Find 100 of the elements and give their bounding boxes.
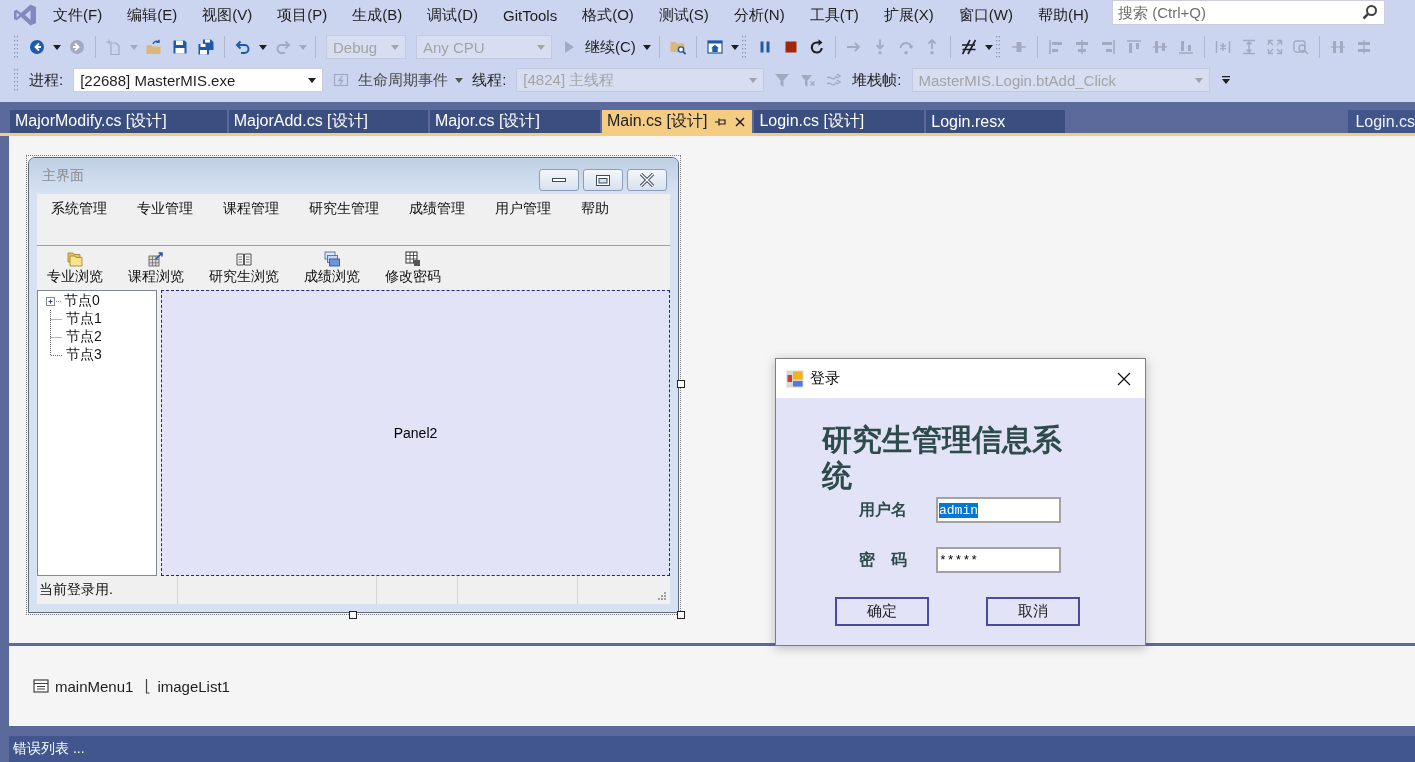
open-folder-icon [146,39,162,55]
open-book-icon [236,251,252,267]
caret-icon [130,44,138,50]
events-menu-button[interactable]: 生命周期事件 [354,68,468,92]
form-menu-item[interactable]: 系统管理 [43,198,115,220]
maximize-icon [596,174,610,186]
menu-item[interactable]: 测试(S) [647,2,720,28]
form-menu-item[interactable]: 专业管理 [129,198,201,220]
close-icon[interactable] [735,116,746,127]
grip-icon[interactable] [741,36,746,58]
menu-item[interactable]: 生成(B) [341,2,414,28]
tray-component[interactable]: imageList1 [145,677,230,695]
new-file-icon [106,39,122,55]
hash-icon [960,39,977,55]
menu-item[interactable]: 编辑(E) [116,2,189,28]
resize-handle[interactable] [349,611,357,619]
resize-grip-icon[interactable] [658,592,667,601]
folders-icon [67,251,83,267]
caret-icon [984,44,993,50]
form-toolbar-button[interactable]: 修改密码 [381,251,445,286]
menu-item[interactable]: 分析(N) [722,2,796,28]
toolbar-label: 线程: [472,70,507,90]
document-tab[interactable]: Major.cs [设计] [430,110,600,133]
tray-component[interactable]: mainMenu1 [33,677,134,695]
align-bottom-icon [1177,39,1194,55]
tree-line-icon [50,310,62,328]
field-label: 用户名 [859,499,908,520]
document-tab[interactable]: MajorAdd.cs [设计] [228,110,428,133]
menu-item[interactable]: 扩展(X) [872,2,945,28]
logo-icon[interactable] [12,3,38,27]
menu-item[interactable]: 调试(D) [416,2,489,28]
zoom-icon [1292,39,1309,55]
document-tab[interactable]: Main.cs [设计] [601,110,753,133]
tree-node[interactable]: 节点3 [46,346,156,364]
document-tab[interactable]: Login.resx [926,110,1066,133]
lightning-box-icon [333,72,350,88]
form-toolbar-button[interactable]: 成绩浏览 [300,251,364,286]
menu-item[interactable]: 格式(O) [571,2,645,28]
status-text[interactable]: 错误列表 ... [13,740,85,758]
dialog-button[interactable]: 取消 [986,597,1080,626]
menu-item[interactable]: 帮助(H) [1027,2,1100,28]
bracket-icon [145,678,152,694]
undo-arrow-icon [235,39,251,55]
tree-node[interactable]: 节点1 [46,310,156,328]
caret-icon [1194,77,1203,83]
spacing-icon [1214,39,1231,55]
panel-label: Panel2 [393,425,438,441]
search-field[interactable]: 搜索 (Ctrl+Q) [1112,0,1385,25]
form-toolbar-button[interactable]: 课程浏览 [124,251,188,286]
toolbar-label: 进程: [29,70,64,90]
combo-box[interactable]: [22688] MasterMIS.exe [73,68,324,92]
expand-arrows-icon [1266,39,1283,55]
close-icon[interactable] [1117,371,1131,386]
left-arrow-circle-icon [29,39,45,55]
caret-icon [299,44,307,50]
menu-item[interactable]: 视图(V) [191,2,264,28]
caret-icon [53,44,61,50]
form-menu-item[interactable]: 成绩管理 [401,198,473,220]
curved-arrow-dot-icon [897,39,914,55]
grip-icon[interactable] [995,36,1000,58]
document-tab[interactable]: MajorModify.cs [设计] [10,110,227,133]
menu-item[interactable]: GitTools [492,2,569,28]
maximize-button[interactable] [583,169,623,191]
form-menu-item[interactable]: 课程管理 [215,198,287,220]
document-tab[interactable]: Login.cs [1348,110,1415,133]
form-toolbar-button[interactable]: 研究生浏览 [205,251,283,286]
menu-item[interactable]: 文件(F) [42,2,114,28]
dialog-button[interactable]: 确定 [835,597,929,626]
caret-icon [730,44,739,50]
form-menu-item[interactable]: 用户管理 [487,198,559,220]
input-field[interactable]: admin [936,497,1061,523]
form-menu-item[interactable]: 帮助 [573,198,617,220]
align-center-icon [1073,39,1090,55]
menu-item[interactable]: 窗口(W) [947,2,1024,28]
caret-icon [259,44,267,50]
caret-icon [642,44,651,50]
tree-node[interactable]: 节点2 [46,328,156,346]
redo-arrow-icon [275,39,291,55]
resize-handle[interactable] [677,380,685,388]
document-tab[interactable]: Login.cs [设计] [754,110,925,133]
form-menu-item[interactable]: 研究生管理 [301,198,387,220]
tree-node[interactable]: 节点0 [46,292,156,310]
caret-icon [308,77,317,83]
folder-search-icon [669,39,686,55]
minimize-button[interactable] [539,169,579,191]
search-icon[interactable] [1362,4,1378,20]
form-toolbar-button[interactable]: 专业浏览 [43,251,107,286]
browser-home-icon [706,39,723,55]
window-lines-icon [33,678,49,694]
continue-button[interactable]: 继续(C) [557,35,640,59]
input-field[interactable]: ***** [936,547,1061,573]
menu-item[interactable]: 工具(T) [798,2,870,28]
pin-icon[interactable] [715,116,728,127]
field-label: 密 码 [859,549,908,570]
menu-item[interactable]: 项目(P) [266,2,339,28]
dialog-heading: 研究生管理信息系统 [822,422,1063,494]
expand-plus-icon[interactable] [46,296,62,306]
resize-handle[interactable] [677,611,685,619]
status-label: 当前登录用. [38,581,114,599]
close-button[interactable] [627,169,667,191]
